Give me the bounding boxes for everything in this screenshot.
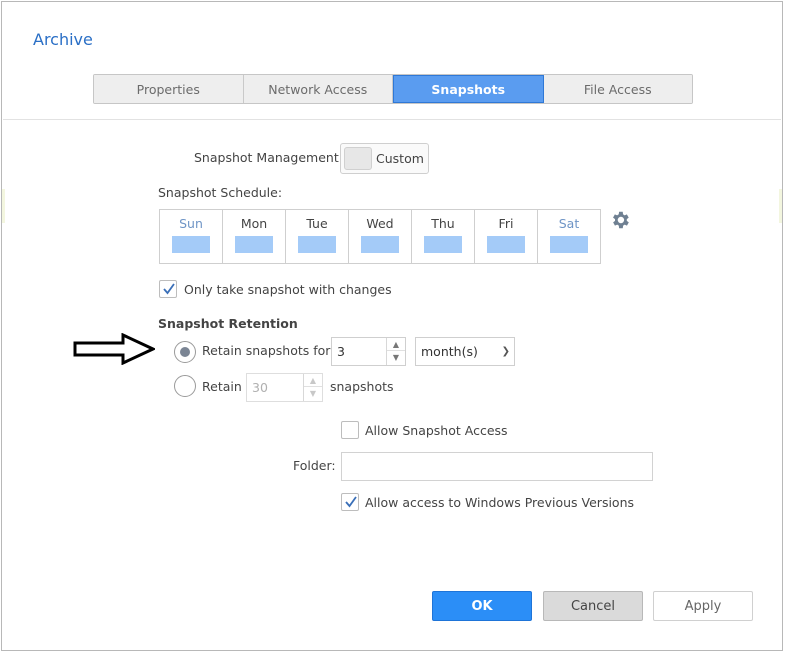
retain-for-radio[interactable] <box>174 341 196 363</box>
dialog-title: Archive <box>33 30 93 49</box>
day-thu[interactable]: Thu <box>412 210 475 263</box>
gear-icon[interactable] <box>609 209 631 231</box>
retain-count-suffix: snapshots <box>330 379 394 394</box>
tab-file-access[interactable]: File Access <box>543 75 692 103</box>
left-edge-marker <box>2 189 5 223</box>
right-edge-marker <box>779 189 782 223</box>
retain-period-stepper[interactable]: 3 ▲ ▼ <box>331 337 406 366</box>
stepper-buttons: ▲ ▼ <box>303 374 322 401</box>
stepper-buttons: ▲ ▼ <box>386 338 405 365</box>
radio-dot <box>180 347 190 357</box>
toggle-label: Custom <box>376 151 424 166</box>
day-bar[interactable] <box>424 236 462 253</box>
day-sat[interactable]: Sat <box>538 210 600 263</box>
day-bar[interactable] <box>298 236 336 253</box>
tab-bar: Properties Network Access Snapshots File… <box>93 74 693 104</box>
retain-count-stepper[interactable]: 30 ▲ ▼ <box>246 373 323 402</box>
day-label: Sat <box>558 216 580 231</box>
day-tue[interactable]: Tue <box>286 210 349 263</box>
folder-label: Folder: <box>293 458 336 473</box>
apply-button[interactable]: Apply <box>653 591 753 621</box>
windows-previous-versions-label: Allow access to Windows Previous Version… <box>365 495 635 510</box>
retain-count-value: 30 <box>252 380 268 395</box>
day-label: Sun <box>179 216 203 231</box>
day-sun[interactable]: Sun <box>160 210 223 263</box>
day-bar[interactable] <box>172 236 210 253</box>
archive-dialog: Archive Properties Network Access Snapsh… <box>1 1 783 651</box>
retain-unit-select[interactable]: month(s) ❯ <box>415 337 515 366</box>
windows-previous-versions-checkbox[interactable] <box>341 493 359 511</box>
divider <box>3 119 781 120</box>
day-bar[interactable] <box>235 236 273 253</box>
arrow-pointer-icon <box>73 333 155 365</box>
retain-count-radio[interactable] <box>174 375 196 397</box>
stepper-up-icon[interactable]: ▲ <box>304 374 322 387</box>
retain-period-value: 3 <box>337 344 345 359</box>
snapshot-retention-heading: Snapshot Retention <box>158 316 298 331</box>
tab-network-access[interactable]: Network Access <box>243 75 393 103</box>
toggle-knob <box>344 147 372 170</box>
day-wed[interactable]: Wed <box>349 210 412 263</box>
cancel-button[interactable]: Cancel <box>543 591 643 621</box>
stepper-down-icon[interactable]: ▼ <box>304 387 322 400</box>
snapshot-management-toggle[interactable]: Custom <box>340 143 429 174</box>
schedule-week-grid: Sun Mon Tue Wed Thu Fri Sat <box>159 209 601 264</box>
ok-button[interactable]: OK <box>432 591 532 621</box>
day-bar[interactable] <box>487 236 525 253</box>
checkmark-icon <box>163 283 175 295</box>
retain-count-label: Retain <box>202 379 242 394</box>
day-label: Wed <box>366 216 394 231</box>
snapshot-management-label: Snapshot Management: <box>194 150 343 165</box>
only-changes-label: Only take snapshot with changes <box>184 282 392 297</box>
snapshot-schedule-label: Snapshot Schedule: <box>158 185 283 200</box>
day-bar[interactable] <box>361 236 399 253</box>
allow-snapshot-access-checkbox[interactable] <box>341 421 359 439</box>
only-changes-checkbox[interactable] <box>159 280 177 298</box>
folder-input[interactable] <box>341 452 653 481</box>
day-label: Thu <box>431 216 455 231</box>
day-label: Fri <box>498 216 514 231</box>
day-fri[interactable]: Fri <box>475 210 538 263</box>
tab-snapshots[interactable]: Snapshots <box>393 75 544 103</box>
day-mon[interactable]: Mon <box>223 210 286 263</box>
stepper-down-icon[interactable]: ▼ <box>387 351 405 364</box>
tab-properties[interactable]: Properties <box>94 75 244 103</box>
checkmark-icon <box>345 496 357 508</box>
chevron-down-icon: ❯ <box>501 346 510 357</box>
day-label: Mon <box>240 216 268 231</box>
retain-unit-value: month(s) <box>421 344 478 359</box>
stepper-up-icon[interactable]: ▲ <box>387 338 405 351</box>
retain-for-label: Retain snapshots for <box>202 343 331 358</box>
day-label: Tue <box>306 216 328 231</box>
day-bar[interactable] <box>550 236 588 253</box>
allow-snapshot-access-label: Allow Snapshot Access <box>365 423 508 438</box>
